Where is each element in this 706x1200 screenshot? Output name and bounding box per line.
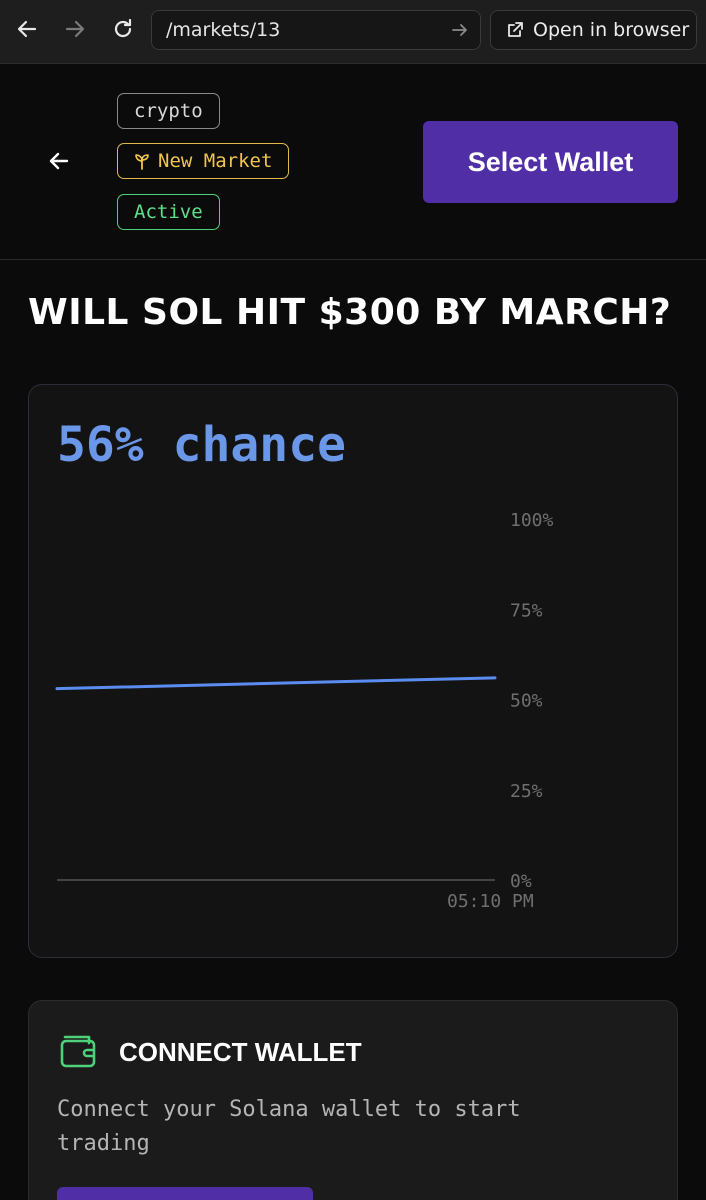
url-text: /markets/13 [166,19,281,41]
category-tag-label: crypto [134,100,203,122]
sprout-icon [135,154,149,170]
probability-chart: 100% 75% 50% 25% 0%05:10 PM [55,510,554,912]
y-tick-label: 50% [510,691,543,712]
category-tag: crypto [117,93,220,129]
y-tick-label: 75% [510,600,543,621]
y-tick-label: 0% [510,871,532,892]
open-in-browser-label: Open in browser [533,19,690,41]
select-wallet-button[interactable]: Select Wallet [423,121,678,203]
new-market-label: New Market [158,150,273,172]
market-title: WILL SOL HIT $300 BY MARCH? [28,292,672,333]
connect-wallet-card: CONNECT WALLET Connect your Solana walle… [28,1000,678,1200]
y-tick-label: 100% [510,510,554,531]
arrow-left-icon [49,152,69,170]
new-market-badge: New Market [117,143,290,179]
arrow-left-icon [17,20,37,38]
connect-wallet-title: CONNECT WALLET [119,1037,362,1067]
probability-chart-card: 56% chance 100% 75% 50% 25% 0% 05:10 PM [28,384,678,958]
browser-toolbar: /markets/13 Open in browser [0,0,706,64]
external-link-icon [508,22,523,37]
go-arrow-icon[interactable] [450,20,470,40]
browser-forward-button[interactable] [58,12,92,46]
y-tick-label: 25% [510,781,543,802]
browser-back-button[interactable] [10,12,44,46]
back-button[interactable] [44,146,74,176]
connect-wallet-description: Connect your Solana wallet to start trad… [57,1097,521,1156]
reload-icon [114,18,132,38]
status-badge: Active [117,194,220,230]
connect-wallet-button[interactable] [57,1187,313,1200]
url-bar[interactable]: /markets/13 [151,10,481,50]
series-line [55,676,497,691]
wallet-icon [60,1035,96,1068]
x-tick-label: 05:10 PM [447,891,534,912]
open-in-browser-button[interactable]: Open in browser [490,10,697,50]
status-label: Active [134,201,203,223]
arrow-right-icon [65,20,85,38]
browser-reload-button[interactable] [106,12,140,46]
